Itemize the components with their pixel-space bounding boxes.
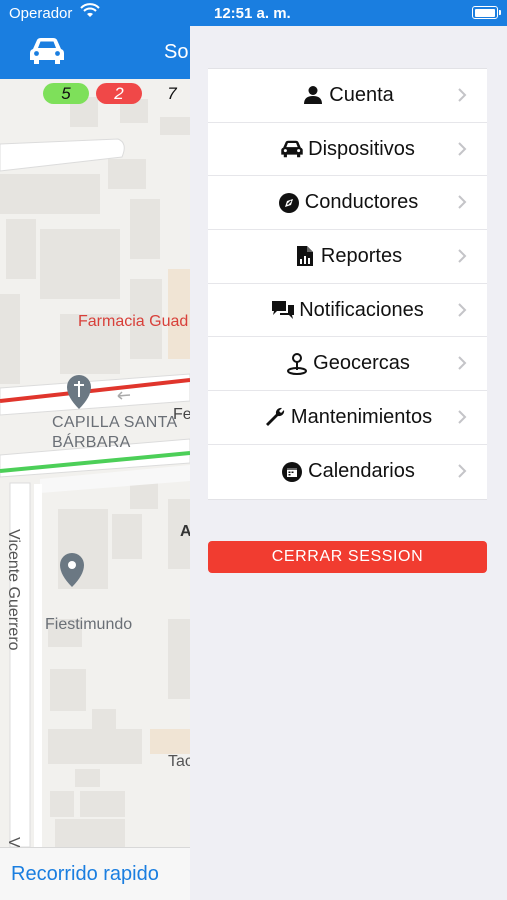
menu-item-label: Dispositivos bbox=[308, 137, 415, 160]
menu-item-label: Calendarios bbox=[308, 460, 415, 483]
drawer-menu: Cuenta Dispositivos Conductores Reportes… bbox=[208, 68, 487, 500]
map-label-a: A bbox=[180, 523, 190, 540]
map-pin-icon bbox=[285, 352, 309, 376]
menu-item-reportes[interactable]: Reportes bbox=[208, 230, 487, 284]
menu-item-cuenta[interactable]: Cuenta bbox=[208, 69, 487, 123]
menu-item-dispositivos[interactable]: Dispositivos bbox=[208, 123, 487, 177]
map-label-capilla-line1: CAPILLA SANTA bbox=[52, 414, 178, 431]
chevron-right-icon bbox=[457, 463, 467, 484]
menu-item-mantenimientos[interactable]: Mantenimientos bbox=[208, 391, 487, 445]
wifi-icon bbox=[80, 3, 100, 23]
menu-item-label: Conductores bbox=[304, 191, 419, 214]
clock: 12:51 a. m. bbox=[214, 5, 291, 22]
menu-item-geocercas[interactable]: Geocercas bbox=[208, 337, 487, 392]
steering-icon bbox=[277, 191, 301, 215]
quick-route-link[interactable]: Recorrido rapido bbox=[11, 863, 159, 886]
map-label-capilla: CAPILLA SANTA BÁRBARA bbox=[52, 413, 177, 453]
map-label-farmacia: Farmacia Guad bbox=[78, 313, 189, 330]
menu-item-label: Mantenimientos bbox=[290, 405, 433, 428]
chevron-right-icon bbox=[457, 141, 467, 162]
chevron-right-icon bbox=[457, 248, 467, 269]
map-label-fiestimundo: Fiestimundo bbox=[45, 616, 133, 633]
chat-icon bbox=[271, 298, 295, 322]
car-icon[interactable] bbox=[28, 36, 66, 71]
logout-button[interactable]: CERRAR SESSION bbox=[208, 541, 487, 573]
chevron-right-icon bbox=[457, 194, 467, 215]
status-bar: Operador 12:51 a. m. bbox=[0, 0, 507, 26]
wrench-icon bbox=[263, 405, 287, 429]
map-label-street-fe: Fe bbox=[173, 406, 190, 423]
chevron-right-icon bbox=[457, 87, 467, 108]
chevron-right-icon bbox=[457, 355, 467, 376]
chevron-right-icon bbox=[457, 409, 467, 430]
menu-item-notificaciones[interactable]: Notificaciones bbox=[208, 284, 487, 338]
app-navbar: So bbox=[0, 26, 190, 79]
map-label-street-vice: Vice bbox=[4, 837, 22, 847]
map-label-street-vicente: Vicente Guerrero bbox=[5, 529, 22, 651]
calendar-icon bbox=[280, 460, 304, 484]
menu-item-label: Geocercas bbox=[313, 352, 410, 375]
menu-item-calendarios[interactable]: Calendarios bbox=[208, 445, 487, 499]
menu-item-label: Reportes bbox=[320, 244, 403, 267]
map-view[interactable]: 5 2 7 Farmacia Guad CAPILLA SANTA BÁRBAR… bbox=[0, 79, 190, 847]
battery-icon bbox=[472, 6, 501, 19]
menu-item-label: Cuenta bbox=[329, 83, 394, 106]
menu-item-label: Notificaciones bbox=[299, 298, 424, 321]
carrier-label: Operador bbox=[9, 5, 73, 22]
status-badge-online: 5 bbox=[43, 83, 89, 104]
bottom-bar: Recorrido rapido bbox=[0, 847, 190, 900]
status-badge-total: 7 bbox=[167, 84, 177, 103]
map-label-capilla-line2: BÁRBARA bbox=[52, 434, 131, 451]
menu-item-conductores[interactable]: Conductores bbox=[208, 176, 487, 231]
status-badge-offline: 2 bbox=[96, 83, 142, 104]
side-drawer: Cuenta Dispositivos Conductores Reportes… bbox=[190, 26, 507, 900]
car-icon bbox=[280, 137, 304, 161]
chevron-right-icon bbox=[457, 302, 467, 323]
map-label-ta: Tac bbox=[168, 753, 190, 770]
user-icon bbox=[301, 83, 325, 107]
app-title: So bbox=[164, 41, 189, 63]
report-icon bbox=[293, 244, 317, 268]
main-app-pane: So 5 2 7 Farmacia Guad CAPILLA SANTA BÁR… bbox=[0, 26, 190, 900]
